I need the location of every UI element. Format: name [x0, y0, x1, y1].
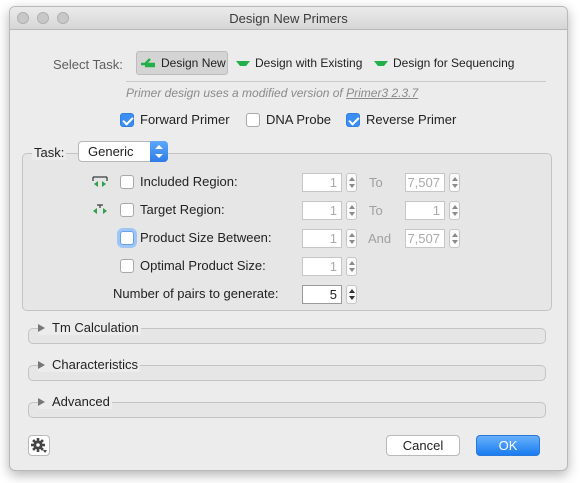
- primer-icon: [374, 61, 388, 66]
- forward-primer-checkbox[interactable]: [120, 113, 134, 127]
- dna-probe-label: DNA Probe: [266, 112, 332, 127]
- optimal-product-size-field[interactable]: 1: [302, 257, 342, 276]
- optimal-product-size-checkbox[interactable]: [120, 259, 134, 273]
- included-region-to-field[interactable]: 7,507: [405, 173, 445, 192]
- task-design-sequencing-label: Design for Sequencing: [393, 56, 515, 70]
- characteristics-toggle[interactable]: Characteristics: [38, 357, 140, 372]
- product-size-and-label: And: [368, 231, 392, 246]
- pairs-stepper[interactable]: [346, 285, 357, 304]
- target-region-to-field[interactable]: 1: [405, 201, 445, 220]
- select-arrows-icon: [150, 141, 168, 162]
- tm-calculation-label: Tm Calculation: [52, 320, 139, 335]
- pairs-field[interactable]: 5: [302, 285, 342, 304]
- disclosure-triangle-icon: [38, 324, 45, 332]
- included-region-label: Included Region:: [140, 174, 238, 189]
- dna-probe-checkbox[interactable]: [246, 113, 260, 127]
- reverse-primer-checkbox[interactable]: [346, 113, 360, 127]
- design-new-primers-dialog: Design New Primers Select Task: Design N…: [9, 6, 568, 471]
- target-region-checkbox[interactable]: [120, 203, 134, 217]
- disclosure-triangle-icon: [38, 398, 45, 406]
- included-region-from-field[interactable]: 1: [302, 173, 342, 192]
- target-region-icon: [93, 204, 107, 214]
- optimal-product-size-label: Optimal Product Size:: [140, 258, 266, 273]
- target-region-to-stepper[interactable]: [449, 201, 460, 220]
- primer3-info: Primer design uses a modified version of…: [126, 86, 418, 100]
- window-title: Design New Primers: [229, 11, 348, 26]
- task-label: Task:: [32, 145, 67, 160]
- task-design-new-label: Design New: [161, 56, 226, 70]
- product-size-to-field[interactable]: 7,507: [405, 229, 445, 248]
- task-design-sequencing-button[interactable]: Design for Sequencing: [374, 51, 514, 75]
- disclosure-triangle-icon: [38, 361, 45, 369]
- optimal-product-size-stepper[interactable]: [346, 257, 357, 276]
- product-size-to-stepper[interactable]: [449, 229, 460, 248]
- target-region-from-stepper[interactable]: [346, 201, 357, 220]
- ok-button[interactable]: OK: [476, 435, 540, 456]
- task-design-existing-label: Design with Existing: [255, 56, 363, 70]
- task-design-new-button[interactable]: Design New: [136, 51, 228, 75]
- included-region-to-stepper[interactable]: [449, 173, 460, 192]
- task-select-value: Generic: [88, 144, 134, 159]
- included-region-from-stepper[interactable]: [346, 173, 357, 192]
- target-region-label: Target Region:: [140, 202, 225, 217]
- product-size-from-field[interactable]: 1: [302, 229, 342, 248]
- select-task-label: Select Task:: [53, 57, 123, 72]
- advanced-label: Advanced: [52, 394, 110, 409]
- advanced-toggle[interactable]: Advanced: [38, 394, 112, 409]
- pairs-label: Number of pairs to generate:: [113, 286, 279, 301]
- target-region-to-label: To: [369, 203, 383, 218]
- included-region-icon: [92, 176, 108, 187]
- settings-gear-icon: [31, 438, 47, 453]
- title-bar: Design New Primers: [10, 7, 567, 30]
- settings-button[interactable]: [28, 435, 50, 456]
- included-region-checkbox[interactable]: [120, 175, 134, 189]
- divider: [126, 81, 546, 82]
- task-select[interactable]: Generic: [78, 141, 168, 162]
- tm-calculation-toggle[interactable]: Tm Calculation: [38, 320, 141, 335]
- product-size-from-stepper[interactable]: [346, 229, 357, 248]
- included-region-to-label: To: [369, 175, 383, 190]
- reverse-primer-label: Reverse Primer: [366, 112, 457, 127]
- forward-primer-label: Forward Primer: [140, 112, 230, 127]
- task-design-existing-button[interactable]: Design with Existing: [236, 51, 362, 75]
- primer-icon: [236, 61, 250, 66]
- product-size-label: Product Size Between:: [140, 230, 272, 245]
- product-size-checkbox[interactable]: [120, 231, 134, 245]
- target-region-from-field[interactable]: 1: [302, 201, 342, 220]
- cancel-button[interactable]: Cancel: [386, 435, 460, 456]
- characteristics-label: Characteristics: [52, 357, 138, 372]
- primer3-info-text: Primer design uses a modified version of: [126, 86, 347, 100]
- primer3-link[interactable]: Primer3 2.3.7: [346, 86, 418, 100]
- forward-primer-icon: [141, 58, 155, 68]
